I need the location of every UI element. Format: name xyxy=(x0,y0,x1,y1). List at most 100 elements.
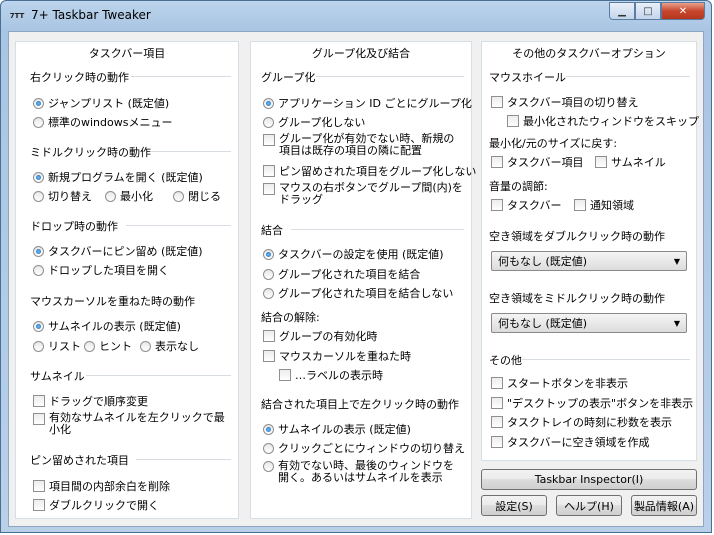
checkbox-box xyxy=(491,377,503,389)
chk-hide-start[interactable]: スタートボタンを非表示 xyxy=(491,375,628,391)
radio-cycle-windows[interactable]: クリックごとにウィンドウの切り替え xyxy=(263,440,465,456)
chk-no-group-pinned[interactable]: ピン留めされた項目をグループ化しない xyxy=(263,163,476,179)
chk-place-next-to-existing[interactable]: グループ化が有効でない時、新規の項目は既存の項目の隣に配置 xyxy=(263,133,463,157)
chk-drag-reorder[interactable]: ドラッグで順序変更 xyxy=(33,393,148,409)
radio-group-by-appid[interactable]: アプリケーション ID ごとにグループ化 xyxy=(263,95,472,111)
chk-minmax-taskbar-item[interactable]: タスクバー項目 xyxy=(491,154,583,170)
checkbox-box xyxy=(491,416,503,428)
radio-new-program[interactable]: 新規プログラムを開く (既定値) xyxy=(33,169,203,185)
chk-minmax-thumbnail[interactable]: サムネイル xyxy=(595,154,666,170)
radio-pin-taskbar[interactable]: タスクバーにピン留め (既定値) xyxy=(33,243,203,259)
taskbar-inspector-button[interactable]: Taskbar Inspector(I) xyxy=(481,469,697,490)
radio-label: 新規プログラムを開く (既定値) xyxy=(48,171,203,184)
radio-label: アプリケーション ID ごとにグループ化 xyxy=(278,97,472,110)
chk-right-drag-groups[interactable]: マウスの右ボタンでグループ間(内)をドラッグ xyxy=(263,182,463,206)
checkbox-box xyxy=(595,156,607,168)
radio-label: ジャンプリスト (既定値) xyxy=(48,97,170,110)
radio-indicator xyxy=(263,461,274,472)
radio-label: 閉じる xyxy=(188,190,221,203)
radio-indicator xyxy=(33,245,44,257)
radio-minimize[interactable]: 最小化 xyxy=(105,188,153,204)
app-window: 7TT 7+ Taskbar Tweaker ▁ □ ✕ タスクバー項目 右クリ… xyxy=(0,0,712,533)
thumbnail-label: サムネイル xyxy=(30,370,85,383)
radio-no-grouping[interactable]: グループ化しない xyxy=(263,114,365,130)
radio-indicator xyxy=(84,340,95,352)
minmax-label: 最小化/元のサイズに戻す: xyxy=(489,137,618,150)
checkbox-box xyxy=(263,330,275,342)
checkbox-box xyxy=(491,436,503,448)
checkbox-box xyxy=(263,350,275,362)
chk-volume-tray[interactable]: 通知領域 xyxy=(574,197,634,213)
radio-label: 切り替え xyxy=(48,190,92,203)
radio-list[interactable]: リスト xyxy=(33,338,81,354)
chk-left-click-minimize[interactable]: 有効なサムネイルを左クリックで最小化 xyxy=(33,412,228,436)
title-bar[interactable]: 7TT 7+ Taskbar Tweaker ▁ □ ✕ xyxy=(1,1,711,31)
chk-remove-padding[interactable]: 項目間の内部余白を削除 xyxy=(33,478,170,494)
double-click-select[interactable]: 何もなし (既定値) ▼ xyxy=(491,251,687,271)
checkbox-label: マウスカーソルを重ねた時 xyxy=(279,350,411,363)
other-label: その他 xyxy=(489,354,522,367)
select-value: 何もなし (既定値) xyxy=(498,255,588,268)
chk-on-activate[interactable]: グループの有効化時 xyxy=(263,328,377,344)
checkbox-box xyxy=(507,115,519,127)
minimize-button[interactable]: ▁ xyxy=(609,2,635,20)
radio-label: タスクバーの設定を使用 (既定値) xyxy=(278,248,444,261)
radio-indicator xyxy=(263,423,274,435)
radio-open-last-window[interactable]: 有効でない時、最後のウィンドウを開く。あるいはサムネイルを表示 xyxy=(263,460,463,484)
chk-wheel-switch[interactable]: タスクバー項目の切り替え xyxy=(491,94,638,110)
radio-jumplist[interactable]: ジャンプリスト (既定値) xyxy=(33,95,169,111)
double-click-label: 空き領域をダブルクリック時の動作 xyxy=(489,230,665,243)
checkbox-label: タスクバー項目の切り替え xyxy=(507,96,639,109)
middle-click-select[interactable]: 何もなし (既定値) ▼ xyxy=(491,313,687,333)
chevron-down-icon: ▼ xyxy=(673,319,680,328)
divider xyxy=(566,76,690,77)
chk-create-empty-space[interactable]: タスクバーに空き領域を作成 xyxy=(491,434,649,450)
radio-tooltip[interactable]: ヒント xyxy=(84,338,132,354)
radio-open-dropped[interactable]: ドロップした項目を開く xyxy=(33,262,169,278)
chk-hide-show-desktop[interactable]: "デスクトップの表示"ボタンを非表示 xyxy=(491,395,693,411)
radio-no-combine-grouped[interactable]: グループ化された項目を結合しない xyxy=(263,285,453,301)
checkbox-label: ピン留めされた項目をグループ化しない xyxy=(279,165,477,178)
about-button[interactable]: 製品情報(A) xyxy=(631,495,697,516)
close-button[interactable]: ✕ xyxy=(661,2,705,20)
checkbox-box xyxy=(491,96,503,108)
checkbox-box xyxy=(279,369,291,381)
radio-indicator xyxy=(33,190,44,202)
radio-label: グループ化された項目を結合しない xyxy=(278,287,454,300)
settings-button[interactable]: 設定(S) xyxy=(481,495,547,516)
chk-on-hover[interactable]: マウスカーソルを重ねた時 xyxy=(263,348,411,364)
radio-indicator xyxy=(263,248,274,260)
checkbox-box xyxy=(491,397,503,409)
chk-skip-minimized[interactable]: 最小化されたウィンドウをスキップ xyxy=(507,113,699,129)
chk-volume-taskbar[interactable]: タスクバー xyxy=(491,197,561,213)
radio-indicator xyxy=(263,97,274,109)
radio-switch[interactable]: 切り替え xyxy=(33,188,92,204)
radio-label: グループ化しない xyxy=(278,116,366,129)
radio-indicator xyxy=(33,97,44,109)
radio-show-thumbnail[interactable]: サムネイルの表示 (既定値) xyxy=(33,318,181,334)
radio-standard-menu[interactable]: 標準のwindowsメニュー xyxy=(33,114,172,130)
radio-combine-grouped[interactable]: グループ化された項目を結合 xyxy=(263,266,420,282)
divider xyxy=(131,76,231,77)
help-button[interactable]: ヘルプ(H) xyxy=(556,495,622,516)
chk-show-seconds[interactable]: タスクトレイの時刻に秒数を表示 xyxy=(491,414,672,430)
maximize-button[interactable]: □ xyxy=(635,2,661,20)
radio-indicator xyxy=(33,116,44,128)
radio-use-taskbar-setting[interactable]: タスクバーの設定を使用 (既定値) xyxy=(263,246,444,262)
radio-indicator xyxy=(33,264,44,276)
radio-close[interactable]: 閉じる xyxy=(173,188,221,204)
chk-double-click-open[interactable]: ダブルクリックで開く xyxy=(33,497,159,513)
radio-show-thumbnails[interactable]: サムネイルの表示 (既定値) xyxy=(263,421,411,437)
radio-label: 最小化 xyxy=(120,190,153,203)
checkbox-box xyxy=(263,165,275,177)
grouping-panel: グループ化及び結合 グループ化 アプリケーション ID ごとにグループ化 グルー… xyxy=(250,41,476,519)
checkbox-label: 最小化されたウィンドウをスキップ xyxy=(523,115,699,128)
hover-label: マウスカーソルを重ねた時の動作 xyxy=(30,295,195,308)
checkbox-label: グループ化が有効でない時、新規の項目は既存の項目の隣に配置 xyxy=(279,132,455,157)
checkbox-label: タスクトレイの時刻に秒数を表示 xyxy=(507,416,672,429)
checkbox-label: 項目間の内部余白を削除 xyxy=(49,480,170,493)
radio-indicator xyxy=(33,171,44,183)
chk-on-label-show[interactable]: …ラベルの表示時 xyxy=(279,367,383,383)
radio-none[interactable]: 表示なし xyxy=(140,338,199,354)
volume-label: 音量の調節: xyxy=(489,180,548,193)
